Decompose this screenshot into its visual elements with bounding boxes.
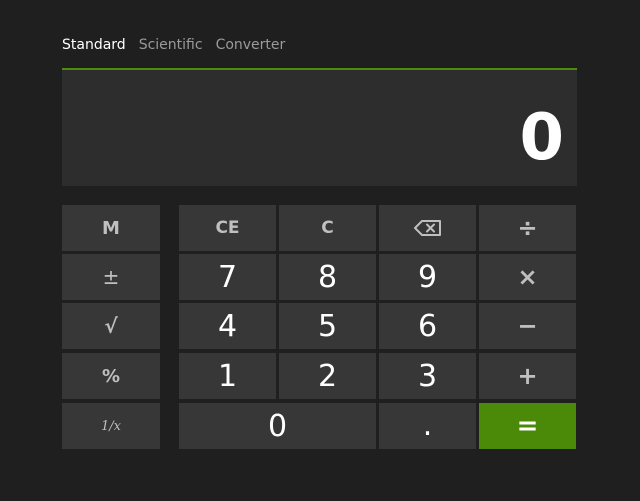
digit-4-button[interactable]: 4 bbox=[179, 303, 276, 349]
tab-scientific[interactable]: Scientific bbox=[139, 35, 203, 55]
digit-0-button[interactable]: 0 bbox=[179, 403, 376, 449]
digit-5-button[interactable]: 5 bbox=[279, 303, 376, 349]
clear-button[interactable]: C bbox=[279, 205, 376, 251]
display-panel: 0 bbox=[62, 70, 577, 186]
backspace-icon bbox=[413, 220, 441, 236]
plus-minus-button[interactable]: ± bbox=[62, 254, 160, 300]
digit-8-button[interactable]: 8 bbox=[279, 254, 376, 300]
reciprocal-button[interactable]: 1/x bbox=[62, 403, 160, 449]
calculator-app: Standard Scientific Converter 0 M ± √ % … bbox=[0, 0, 640, 501]
tab-standard[interactable]: Standard bbox=[62, 35, 126, 55]
equals-button[interactable]: = bbox=[479, 403, 576, 449]
digit-7-button[interactable]: 7 bbox=[179, 254, 276, 300]
digit-6-button[interactable]: 6 bbox=[379, 303, 476, 349]
digit-3-button[interactable]: 3 bbox=[379, 353, 476, 399]
tab-converter[interactable]: Converter bbox=[216, 35, 286, 55]
mode-tabs: Standard Scientific Converter bbox=[62, 35, 285, 55]
divide-button[interactable]: ÷ bbox=[479, 205, 576, 251]
square-root-button[interactable]: √ bbox=[62, 303, 160, 349]
backspace-button[interactable] bbox=[379, 205, 476, 251]
reciprocal-label: 1/x bbox=[101, 418, 121, 434]
memory-button[interactable]: M bbox=[62, 205, 160, 251]
minus-button[interactable]: − bbox=[479, 303, 576, 349]
multiply-button[interactable]: × bbox=[479, 254, 576, 300]
display-value: 0 bbox=[519, 101, 564, 175]
digit-1-button[interactable]: 1 bbox=[179, 353, 276, 399]
plus-button[interactable]: + bbox=[479, 353, 576, 399]
digit-9-button[interactable]: 9 bbox=[379, 254, 476, 300]
clear-entry-button[interactable]: CE bbox=[179, 205, 276, 251]
decimal-button[interactable]: . bbox=[379, 403, 476, 449]
percent-button[interactable]: % bbox=[62, 353, 160, 399]
digit-2-button[interactable]: 2 bbox=[279, 353, 376, 399]
